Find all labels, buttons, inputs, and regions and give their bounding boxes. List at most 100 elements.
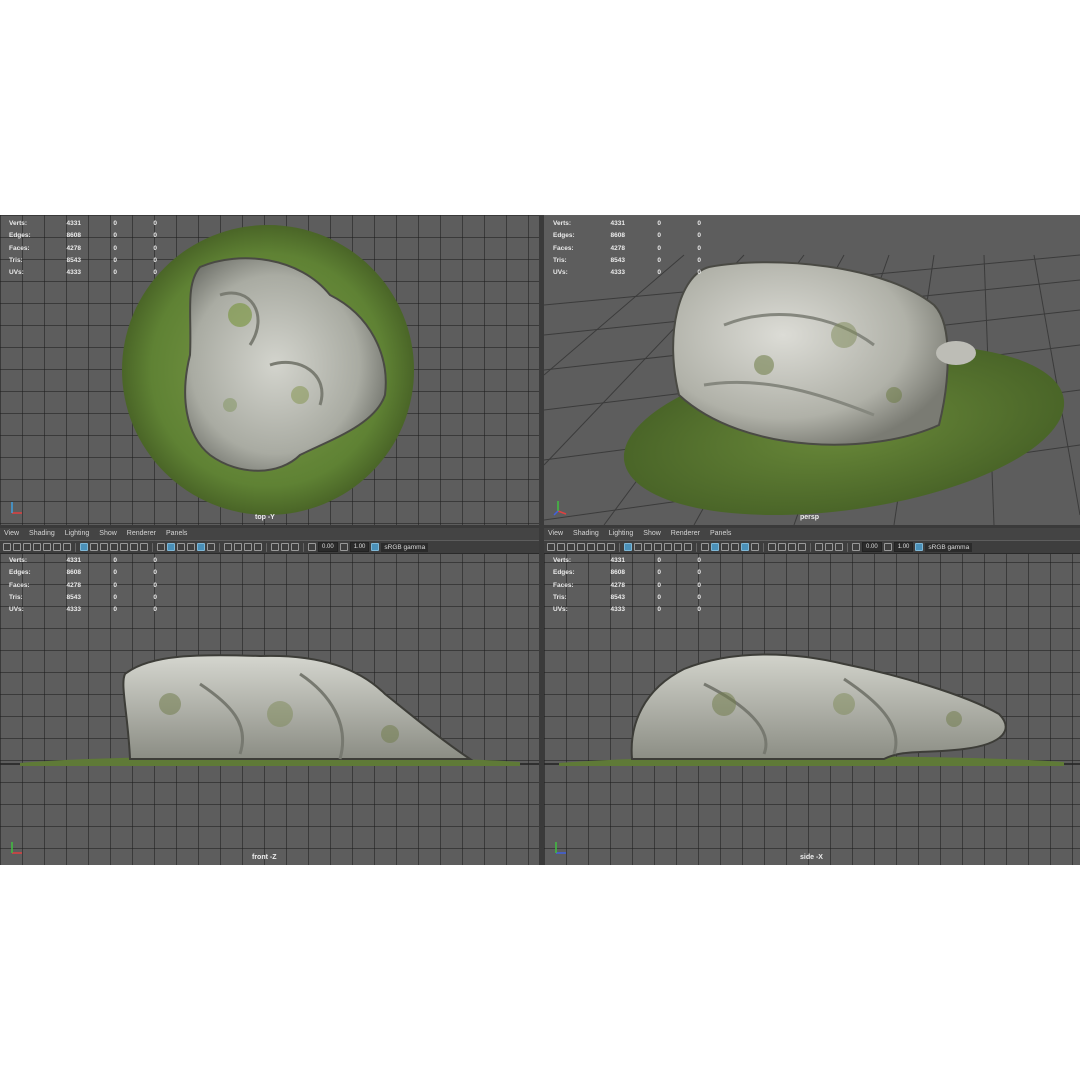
gamma-field[interactable]: 1.00 (893, 542, 914, 552)
menu-shading[interactable]: Shading (29, 528, 55, 540)
frame-selected-icon[interactable] (291, 543, 299, 551)
hud-row-tris: Tris: 8543 0 0 (553, 593, 701, 601)
panel-menu-bar: View Shading Lighting Show Renderer Pane… (544, 528, 1080, 540)
hud-row-edges: Edges: 8608 0 0 (553, 232, 701, 240)
safe-title-icon[interactable] (110, 543, 118, 551)
separator (152, 542, 153, 552)
bookmark-icon[interactable] (567, 543, 575, 551)
separator (219, 542, 220, 552)
menu-lighting[interactable]: Lighting (609, 528, 634, 540)
wireframe-icon[interactable] (701, 543, 709, 551)
resolution-gate-icon[interactable] (63, 543, 71, 551)
menu-view[interactable]: View (4, 528, 19, 540)
menu-panels[interactable]: Panels (166, 528, 187, 540)
pan-zoom-icon[interactable] (664, 543, 672, 551)
bookmark-icon[interactable] (23, 543, 31, 551)
xray-icon[interactable] (234, 543, 242, 551)
light-icon[interactable] (197, 543, 205, 551)
isolate-icon[interactable] (768, 543, 776, 551)
texture-icon[interactable] (187, 543, 195, 551)
camera-icon[interactable] (3, 543, 11, 551)
menu-renderer[interactable]: Renderer (127, 528, 156, 540)
light-icon[interactable] (741, 543, 749, 551)
shadow-icon[interactable] (751, 543, 759, 551)
xray-icon[interactable] (778, 543, 786, 551)
xray-joints-icon[interactable] (244, 543, 252, 551)
grease-pencil-icon[interactable] (140, 543, 148, 551)
select-camera-icon[interactable] (815, 543, 823, 551)
hud-row-tris: Tris: 8543 0 0 (553, 256, 701, 264)
lock-camera-icon[interactable] (587, 543, 595, 551)
frame-selected-icon[interactable] (835, 543, 843, 551)
hud-row-uvs: UVs: 4333 0 0 (9, 606, 157, 614)
hud-row-verts: Verts: 4331 0 0 (553, 220, 701, 227)
frame-all-icon[interactable] (825, 543, 833, 551)
panel-toolbar: 0.00 1.00 sRGB gamma (0, 541, 539, 554)
viewport-front[interactable]: View Shading Lighting Show Renderer Pane… (0, 528, 539, 865)
exposure-field[interactable]: 0.00 (862, 542, 882, 552)
smooth-shade-icon[interactable] (167, 543, 175, 551)
color-space-label[interactable]: sRGB gamma (925, 542, 973, 552)
viewport-side[interactable]: View Shading Lighting Show Renderer Pane… (544, 528, 1080, 865)
xray-joints-icon[interactable] (788, 543, 796, 551)
hud-row-faces: Faces: 4278 0 0 (553, 244, 701, 252)
hud-row-tris: Tris: 8543 0 0 (9, 256, 157, 264)
hud-row-faces: Faces: 4278 0 0 (9, 581, 157, 589)
field-chart-icon[interactable] (634, 543, 642, 551)
wireframe-on-shaded-icon[interactable] (177, 543, 185, 551)
exposure-field[interactable]: 0.00 (318, 542, 338, 552)
panel-menu-bar: View Shading Lighting Show Renderer Pane… (0, 528, 539, 540)
grid-icon[interactable] (624, 543, 632, 551)
film-gate-icon[interactable] (597, 543, 605, 551)
menu-shading[interactable]: Shading (573, 528, 599, 540)
wireframe-on-shaded-icon[interactable] (721, 543, 729, 551)
ghost-icon[interactable] (674, 543, 682, 551)
camera-attr-icon[interactable] (557, 543, 565, 551)
separator (763, 542, 764, 552)
hud-row-edges: Edges: 8608 0 0 (9, 569, 157, 577)
grease-pencil-icon[interactable] (684, 543, 692, 551)
four-view-layout: Verts: 4331 0 0 Edges: 8608 0 0 Faces: 4278 0 0 T… (0, 215, 1080, 865)
wireframe-icon[interactable] (157, 543, 165, 551)
color-space-label[interactable]: sRGB gamma (381, 542, 429, 552)
shadow-icon[interactable] (207, 543, 215, 551)
pan-zoom-icon[interactable] (120, 543, 128, 551)
backface-icon[interactable] (254, 543, 262, 551)
separator (619, 542, 620, 552)
menu-panels[interactable]: Panels (710, 528, 731, 540)
image-plane-icon[interactable] (33, 543, 41, 551)
axis-gizmo-icon (11, 502, 22, 514)
camera-icon[interactable] (547, 543, 555, 551)
menu-show[interactable]: Show (99, 528, 117, 540)
field-chart-icon[interactable] (90, 543, 98, 551)
safe-action-icon[interactable] (100, 543, 108, 551)
frame-all-icon[interactable] (281, 543, 289, 551)
ghost-icon[interactable] (130, 543, 138, 551)
poly-count-hud: Verts: 4331 0 0 Edges: 8608 0 0 Faces: 4278 0 0 T… (9, 218, 157, 279)
film-gate-icon[interactable] (53, 543, 61, 551)
hud-row-verts: Verts: 4331 0 0 (9, 557, 157, 564)
menu-show[interactable]: Show (643, 528, 661, 540)
viewport-top[interactable]: Verts: 4331 0 0 Edges: 8608 0 0 Faces: 4278 0 0 T… (0, 215, 539, 525)
select-camera-icon[interactable] (271, 543, 279, 551)
backface-icon[interactable] (798, 543, 806, 551)
smooth-shade-icon[interactable] (711, 543, 719, 551)
color-space-icon[interactable] (371, 543, 380, 551)
grid-icon[interactable] (80, 543, 88, 551)
menu-view[interactable]: View (548, 528, 563, 540)
hud-row-tris: Tris: 8543 0 0 (9, 593, 157, 601)
camera-attr-icon[interactable] (13, 543, 21, 551)
gamma-field[interactable]: 1.00 (349, 542, 370, 552)
hud-row-faces: Faces: 4278 0 0 (9, 244, 157, 252)
lock-camera-icon[interactable] (43, 543, 51, 551)
color-space-icon[interactable] (915, 543, 924, 551)
safe-action-icon[interactable] (644, 543, 652, 551)
viewport-persp[interactable]: Verts: 4331 0 0 Edges: 8608 0 0 Faces: 4278 0 0 T… (544, 215, 1080, 525)
texture-icon[interactable] (731, 543, 739, 551)
resolution-gate-icon[interactable] (607, 543, 615, 551)
isolate-icon[interactable] (224, 543, 232, 551)
menu-lighting[interactable]: Lighting (65, 528, 90, 540)
menu-renderer[interactable]: Renderer (671, 528, 700, 540)
safe-title-icon[interactable] (654, 543, 662, 551)
image-plane-icon[interactable] (577, 543, 585, 551)
